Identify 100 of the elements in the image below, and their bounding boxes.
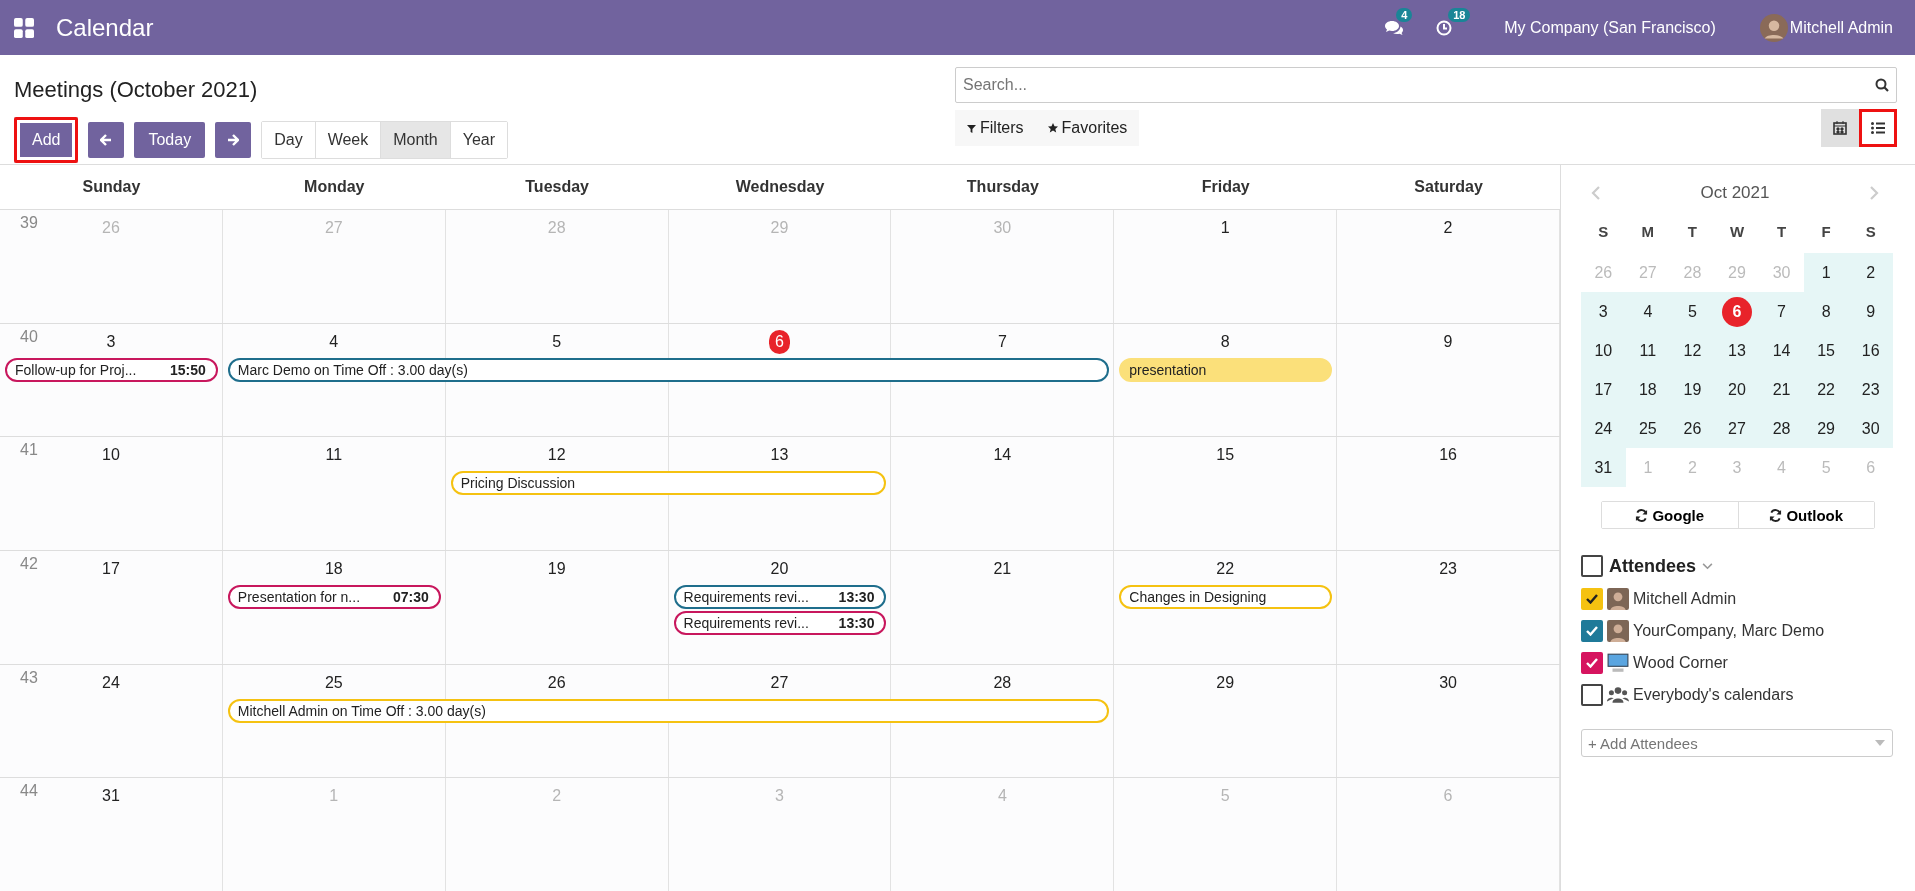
checkbox[interactable]: [1581, 555, 1603, 577]
day-number[interactable]: 17: [102, 557, 120, 581]
user-menu[interactable]: Mitchell Admin: [1789, 18, 1893, 37]
check-icon: [1586, 626, 1598, 636]
weekday-label: M: [1640, 221, 1656, 242]
attendee-name: Wood Corner: [1633, 654, 1728, 672]
day-number[interactable]: 16: [1439, 443, 1457, 468]
event-pill[interactable]: Follow-up for Proj... 15:50: [5, 357, 218, 382]
day-number[interactable]: 27: [770, 670, 789, 695]
company-switcher[interactable]: My Company (San Francisco): [1504, 18, 1716, 37]
day-number[interactable]: 26: [547, 670, 566, 695]
month-title: Oct 2021: [1700, 183, 1770, 203]
avatar-icon[interactable]: [1759, 13, 1788, 42]
event-pill[interactable]: Changes in Designing: [1119, 585, 1333, 609]
today-button[interactable]: Today: [134, 122, 206, 158]
scale-tab[interactable]: Day: [262, 122, 316, 158]
weekday-label: S: [1597, 221, 1610, 242]
check-icon: [1586, 594, 1598, 604]
search-field[interactable]: Search...: [955, 67, 1897, 103]
favorites-button[interactable]: Favorites: [1035, 110, 1140, 146]
weekday-header: Monday: [303, 177, 366, 197]
weekday-header: Thursday: [965, 177, 1040, 197]
day-number[interactable]: 24: [102, 670, 120, 695]
event-pill[interactable]: Marc Demo on Time Off : 3.00 day(s): [227, 357, 1110, 382]
day-number[interactable]: 31: [102, 784, 120, 809]
add-attendees-field[interactable]: + Add Attendees: [1581, 729, 1893, 757]
search-icon[interactable]: [1875, 78, 1889, 92]
day-number[interactable]: 21: [993, 557, 1012, 581]
group-icon: [1607, 684, 1629, 706]
app-title: Calendar: [56, 13, 154, 42]
day-number[interactable]: 18: [324, 557, 343, 581]
filter-icon: [967, 123, 976, 133]
day-number[interactable]: 19: [547, 557, 566, 581]
weekday-header: Sunday: [81, 177, 142, 197]
day-number[interactable]: 7: [997, 329, 1007, 354]
event-pill[interactable]: Requirements revi... 13:30: [673, 585, 887, 609]
attendees-heading: Attendees: [1609, 555, 1697, 577]
weekday-header: Saturday: [1413, 177, 1484, 197]
day-number[interactable]: 11: [325, 443, 343, 468]
filters-button[interactable]: Filters: [955, 110, 1036, 146]
day-number[interactable]: 15: [1216, 443, 1235, 468]
day-number[interactable]: 14: [993, 443, 1012, 468]
chevron-down-icon[interactable]: [1702, 562, 1714, 570]
day-number[interactable]: 2: [1443, 216, 1453, 240]
calendar-icon: [1833, 121, 1847, 135]
week-number: 39: [20, 214, 38, 232]
message-count-badge: 4: [1396, 7, 1413, 22]
day-number[interactable]: 29: [1216, 670, 1235, 695]
day-number[interactable]: 4: [329, 329, 339, 354]
checkbox[interactable]: [1581, 620, 1603, 642]
check-icon: [1586, 658, 1598, 668]
chat-icon[interactable]: [1384, 19, 1405, 36]
calendar-view-button[interactable]: [1821, 109, 1859, 147]
checkbox[interactable]: [1581, 684, 1603, 706]
event-pill[interactable]: Mitchell Admin on Time Off : 3.00 day(s): [227, 698, 1110, 723]
event-pill[interactable]: Presentation for n... 07:30: [227, 585, 441, 609]
weekday-header: Friday: [1200, 177, 1251, 197]
previous-button[interactable]: [88, 122, 125, 158]
event-pill[interactable]: presentation: [1119, 357, 1333, 382]
week-number: 43: [20, 668, 38, 687]
mini-day[interactable]: 6: [1722, 296, 1752, 327]
day-number[interactable]: 28: [993, 670, 1012, 695]
refresh-icon: [1769, 508, 1783, 522]
day-number[interactable]: 8: [1220, 329, 1230, 354]
day-number[interactable]: 1: [1220, 216, 1230, 240]
day-number[interactable]: 20: [770, 557, 789, 581]
day-number[interactable]: 13: [770, 443, 789, 468]
clock-icon[interactable]: [1436, 19, 1453, 36]
attendee-name: Everybody's calendars: [1633, 686, 1794, 704]
day-number[interactable]: 23: [1439, 557, 1457, 581]
checkbox[interactable]: [1581, 652, 1603, 674]
sync-button[interactable]: Google: [1602, 502, 1739, 528]
scale-tab[interactable]: Month: [381, 122, 451, 158]
day-number[interactable]: 3: [106, 329, 116, 354]
apps-menu-icon[interactable]: [14, 17, 34, 38]
attendee-name: YourCompany, Marc Demo: [1633, 622, 1825, 640]
day-number[interactable]: 6: [769, 329, 790, 354]
event-pill[interactable]: Pricing Discussion: [450, 471, 887, 496]
day-number[interactable]: 25: [324, 670, 343, 695]
list-icon: [1871, 121, 1885, 135]
weekday-label: S: [1864, 221, 1877, 242]
avatar-icon: [1607, 620, 1629, 642]
list-view-button[interactable]: [1859, 109, 1897, 147]
weekday-label: T: [1775, 221, 1788, 242]
event-pill[interactable]: Requirements revi... 13:30: [673, 611, 887, 635]
day-number[interactable]: 5: [552, 329, 562, 354]
day-number[interactable]: 10: [102, 443, 120, 468]
activity-count-badge: 18: [1448, 7, 1471, 22]
refresh-icon: [1635, 508, 1649, 522]
arrow-left-icon: [100, 134, 113, 146]
day-number[interactable]: 22: [1216, 557, 1235, 581]
weekday-header: Wednesday: [734, 177, 826, 197]
day-number[interactable]: 12: [547, 443, 566, 468]
arrow-right-icon: [227, 134, 240, 146]
add-button[interactable]: Add: [14, 117, 79, 163]
page-title: Meetings (October 2021): [14, 77, 259, 103]
next-button[interactable]: [215, 122, 252, 158]
day-number[interactable]: 30: [1439, 670, 1457, 695]
day-number[interactable]: 9: [1443, 329, 1453, 354]
week-number: 40: [20, 327, 38, 346]
